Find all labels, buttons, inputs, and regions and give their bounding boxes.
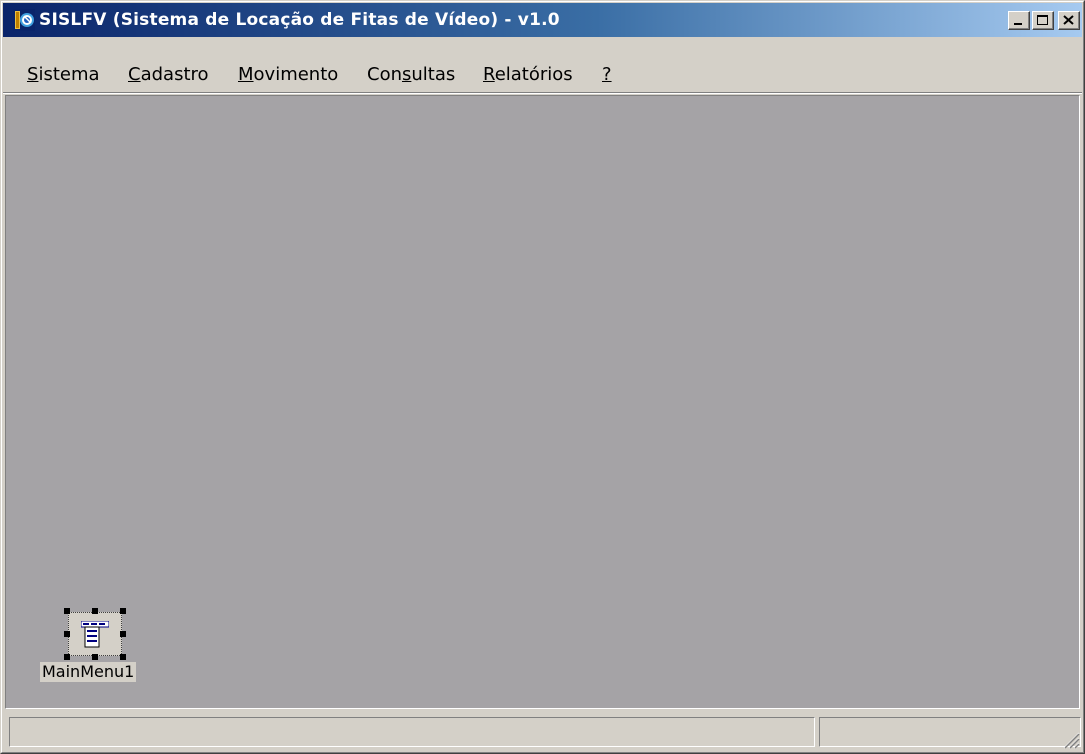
menu-accelerator-key: S <box>27 64 39 85</box>
menu-accelerator-key: M <box>238 64 254 85</box>
menu-accelerator-key: R <box>483 64 495 85</box>
minimize-button[interactable] <box>1008 11 1030 30</box>
close-icon <box>1063 15 1074 25</box>
menu-accelerator-key: C <box>128 64 141 85</box>
size-grip-icon[interactable] <box>1058 727 1080 749</box>
selection-handle[interactable] <box>92 654 98 660</box>
menu-movimento[interactable]: Movimento <box>238 63 338 87</box>
menu-label-suffix: adastro <box>140 64 209 85</box>
selection-handle[interactable] <box>64 654 70 660</box>
status-bar <box>3 711 1082 751</box>
form-client-area[interactable]: MainMenu1 <box>5 95 1080 709</box>
menu-help[interactable]: ? <box>602 63 612 87</box>
main-window: SISLFV (Sistema de Locação de Fitas de V… <box>0 0 1085 754</box>
selection-handle[interactable] <box>120 654 126 660</box>
mainmenu-component[interactable] <box>64 608 126 660</box>
menu-cadastro[interactable]: Cadastro <box>128 63 209 87</box>
menu-accelerator-key: ? <box>602 64 612 85</box>
title-bar[interactable]: SISLFV (Sistema de Locação de Fitas de V… <box>3 3 1082 37</box>
maximize-button[interactable] <box>1032 11 1054 30</box>
menu-label-suffix: ovimento <box>253 64 339 85</box>
menu-relatorios[interactable]: Relatórios <box>483 63 573 87</box>
component-body <box>68 612 122 656</box>
menu-label-prefix: Con <box>367 64 402 85</box>
selection-handle[interactable] <box>64 631 70 637</box>
status-panel-main <box>9 717 815 747</box>
menu-sistema[interactable]: Sistema <box>27 63 100 87</box>
menu-label-suffix: istema <box>38 64 100 85</box>
menu-consultas[interactable]: Consultas <box>367 63 455 87</box>
component-caption: MainMenu1 <box>40 662 137 682</box>
menu-accelerator-key: s <box>402 64 412 85</box>
selection-handle[interactable] <box>120 631 126 637</box>
menu-label-suffix: elatórios <box>494 64 573 85</box>
maximize-icon <box>1037 15 1048 25</box>
menu-label-suffix: ultas <box>411 64 456 85</box>
close-button[interactable] <box>1058 11 1080 30</box>
menu-bar: Sistema Cadastro Movimento Consultas Rel… <box>3 58 1082 93</box>
selection-handle[interactable] <box>120 608 126 614</box>
selection-handle[interactable] <box>92 608 98 614</box>
selection-handle[interactable] <box>64 608 70 614</box>
window-title: SISLFV (Sistema de Locação de Fitas de V… <box>39 10 560 30</box>
main-menu-component-icon <box>81 621 109 648</box>
minimize-icon <box>1014 23 1022 25</box>
status-panel-secondary <box>819 717 1081 747</box>
app-icon[interactable] <box>13 9 35 31</box>
